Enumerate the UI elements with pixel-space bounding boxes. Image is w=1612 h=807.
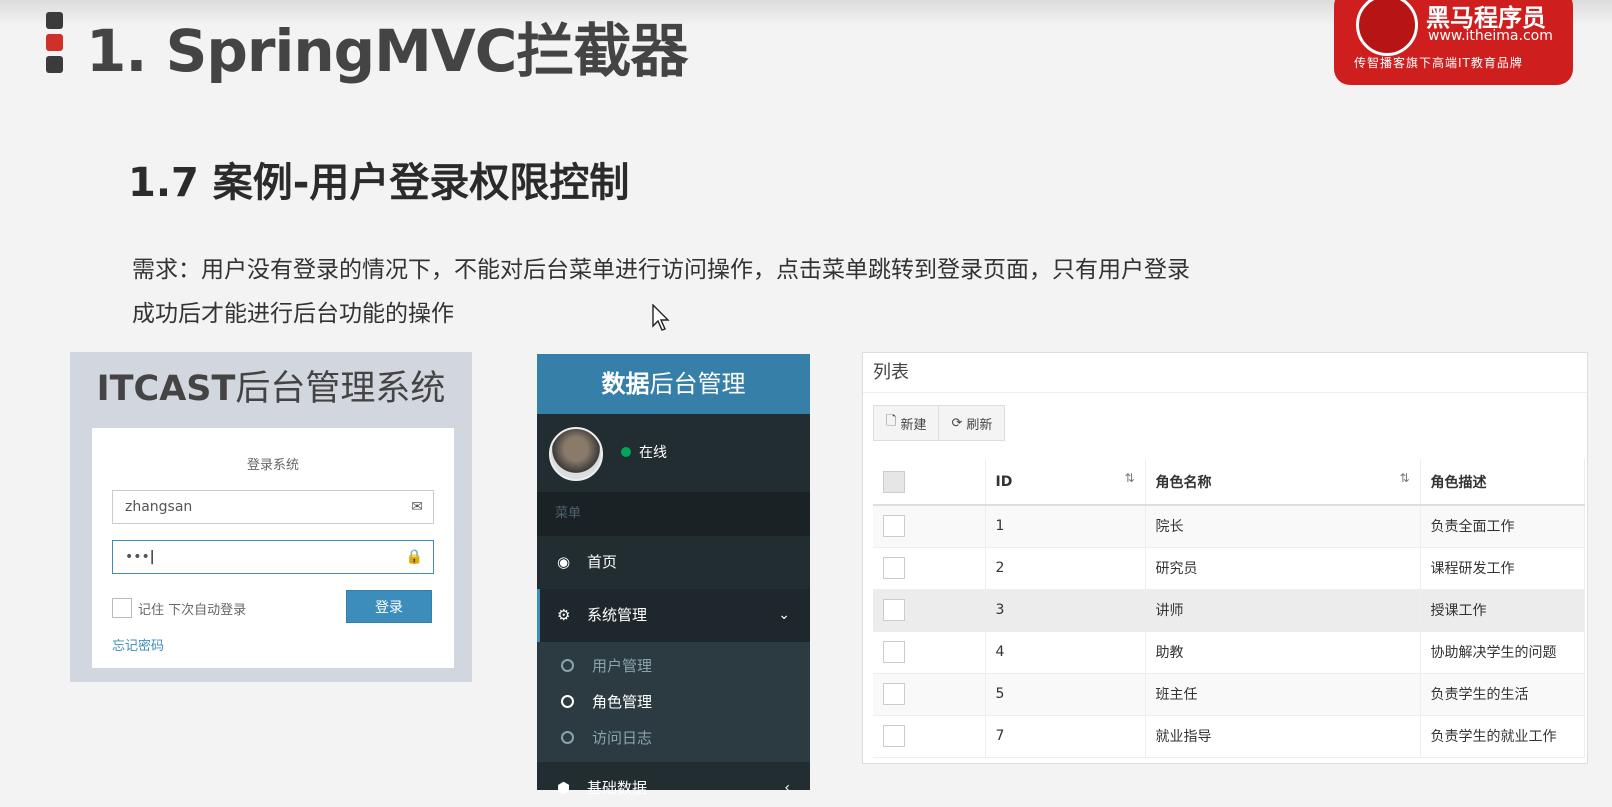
row-checkbox[interactable] xyxy=(883,725,905,747)
logo-url: www.itheima.com xyxy=(1428,28,1553,44)
sidebar-header: 数据后台管理 xyxy=(537,354,810,414)
remember-me[interactable]: 记住 下次自动登录 xyxy=(112,598,246,618)
table-row[interactable]: 3 讲师 授课工作 xyxy=(873,589,1585,632)
sidebar-item-home[interactable]: ◉ 首页 xyxy=(537,536,810,589)
online-status: 在线 xyxy=(621,442,667,462)
circle-icon xyxy=(561,731,574,744)
title-marker xyxy=(46,12,64,78)
refresh-icon: ⟳ xyxy=(951,415,963,431)
logo-slogan: 传智播客旗下高端IT教育品牌 xyxy=(1354,56,1523,70)
table-row[interactable]: 5 班主任 负责学生的生活 xyxy=(873,673,1585,716)
cell-role-name: 讲师 xyxy=(1145,589,1421,632)
cell-role-name: 研究员 xyxy=(1145,547,1421,590)
role-table: ID ⇅ 角色名称 ⇅ 角色描述 1 院长 负责全面工作 2 研究员 课程研发工作 … xyxy=(873,459,1585,758)
column-header-role-desc: 角色描述 xyxy=(1420,459,1585,506)
row-checkbox[interactable] xyxy=(883,641,905,663)
row-checkbox[interactable] xyxy=(883,683,905,705)
admin-sidebar: 数据后台管理 在线 菜单 ◉ 首页 ⚙ 系统管理 ⌄ 用户管理 角色管理 访问日… xyxy=(537,354,810,797)
table-header-row: ID ⇅ 角色名称 ⇅ 角色描述 xyxy=(873,459,1585,506)
sort-asc-icon[interactable]: ⇅ xyxy=(1124,471,1134,485)
cell-id: 1 xyxy=(985,505,1146,548)
cell-id: 3 xyxy=(985,589,1146,632)
password-field[interactable]: •••| 🔒 xyxy=(112,540,434,574)
cogs-icon: ⚙ xyxy=(557,606,571,624)
menu-header: 菜单 xyxy=(537,492,810,536)
login-screenshot: ITCAST后台管理系统 登录系统 zhangsan ✉ •••| 🔒 记住 下… xyxy=(70,352,472,682)
table-row[interactable]: 4 助教 协助解决学生的问题 xyxy=(873,631,1585,674)
user-panel: 在线 xyxy=(537,414,810,492)
dashboard-icon: ◉ xyxy=(557,553,571,571)
sidebar-item-base-data[interactable]: ⬢ 基础数据 ‹ xyxy=(537,762,810,807)
avatar xyxy=(549,427,603,481)
sort-desc-icon[interactable]: ⇅ xyxy=(1399,471,1409,485)
table-row[interactable]: 7 就业指导 负责学生的就业工作 xyxy=(873,715,1585,758)
itheima-logo: 黑马程序员 www.itheima.com 传智播客旗下高端IT教育品牌 xyxy=(1334,0,1573,85)
column-header-id[interactable]: ID ⇅ xyxy=(985,459,1146,506)
cell-role-name: 助教 xyxy=(1145,631,1421,674)
cell-role-desc: 授课工作 xyxy=(1420,589,1585,632)
cell-role-desc: 负责全面工作 xyxy=(1420,505,1585,548)
submenu-item-logs[interactable]: 访问日志 xyxy=(537,720,810,756)
table-row[interactable]: 2 研究员 课程研发工作 xyxy=(873,547,1585,590)
cell-role-name: 就业指导 xyxy=(1145,715,1421,758)
select-all-checkbox[interactable] xyxy=(883,470,905,493)
login-box: 登录系统 zhangsan ✉ •••| 🔒 记住 下次自动登录 登录 忘记密码 xyxy=(92,428,454,668)
cube-icon: ⬢ xyxy=(557,779,571,797)
circle-icon xyxy=(561,659,574,672)
select-all-header xyxy=(873,459,986,506)
column-header-role-name[interactable]: 角色名称 ⇅ xyxy=(1145,459,1421,506)
cell-role-desc: 负责学生的就业工作 xyxy=(1420,715,1585,758)
mouse-cursor-icon xyxy=(652,304,670,331)
chevron-down-icon: ⌄ xyxy=(778,607,790,623)
row-checkbox[interactable] xyxy=(883,557,905,579)
login-brand: ITCAST后台管理系统 xyxy=(96,369,446,409)
role-list-panel: 列表 🗋 新建 ⟳ 刷新 ID ⇅ 角色名称 ⇅ 角色描述 1 院长 负责全面工作 2 … xyxy=(862,352,1588,764)
list-title: 列表 xyxy=(863,353,1587,393)
file-icon: 🗋 xyxy=(886,414,897,429)
refresh-button[interactable]: ⟳ 刷新 xyxy=(939,405,1006,441)
horse-logo-icon xyxy=(1356,0,1418,56)
chevron-left-icon: ‹ xyxy=(784,780,790,796)
cell-role-desc: 负责学生的生活 xyxy=(1420,673,1585,716)
cell-id: 4 xyxy=(985,631,1146,674)
table-row[interactable]: 1 院长 负责全面工作 xyxy=(873,505,1585,548)
slide-title: 1. SpringMVC拦截器 xyxy=(86,17,688,85)
lock-icon: 🔒 xyxy=(405,549,423,565)
new-button[interactable]: 🗋 新建 xyxy=(873,405,940,441)
cell-id: 5 xyxy=(985,673,1146,716)
requirement-line-2: 成功后才能进行后台功能的操作 xyxy=(132,301,454,327)
remember-label: 记住 下次自动登录 xyxy=(138,602,247,618)
row-checkbox[interactable] xyxy=(883,515,905,538)
requirement-line-1: 需求：用户没有登录的情况下，不能对后台菜单进行访问操作，点击菜单跳转到登录页面，… xyxy=(132,257,1190,283)
forgot-password-link[interactable]: 忘记密码 xyxy=(112,635,164,654)
submenu-item-roles[interactable]: 角色管理 xyxy=(537,684,810,720)
sidebar-item-system[interactable]: ⚙ 系统管理 ⌄ xyxy=(537,589,810,642)
username-value: zhangsan xyxy=(125,499,193,515)
remember-checkbox[interactable] xyxy=(112,598,132,618)
row-checkbox[interactable] xyxy=(883,599,905,621)
login-button[interactable]: 登录 xyxy=(346,590,432,623)
system-submenu: 用户管理 角色管理 访问日志 xyxy=(537,642,810,762)
table-toolbar: 🗋 新建 ⟳ 刷新 xyxy=(873,405,1006,441)
password-value: ••• xyxy=(125,549,150,565)
submenu-item-users[interactable]: 用户管理 xyxy=(537,648,810,684)
online-dot-icon xyxy=(621,447,631,457)
cell-role-desc: 协助解决学生的问题 xyxy=(1420,631,1585,674)
requirement-text: 需求：用户没有登录的情况下，不能对后台菜单进行访问操作，点击菜单跳转到登录页面，… xyxy=(132,248,1322,336)
login-box-message: 登录系统 xyxy=(246,458,299,473)
section-title: 1.7 案例-用户登录权限控制 xyxy=(128,160,630,206)
envelope-icon: ✉ xyxy=(411,499,423,515)
circle-icon xyxy=(561,695,574,708)
cell-role-name: 班主任 xyxy=(1145,673,1421,716)
cell-id: 7 xyxy=(985,715,1146,758)
cell-id: 2 xyxy=(985,547,1146,590)
cell-role-name: 院长 xyxy=(1145,505,1421,548)
username-field[interactable]: zhangsan ✉ xyxy=(112,490,434,524)
cell-role-desc: 课程研发工作 xyxy=(1420,547,1585,590)
